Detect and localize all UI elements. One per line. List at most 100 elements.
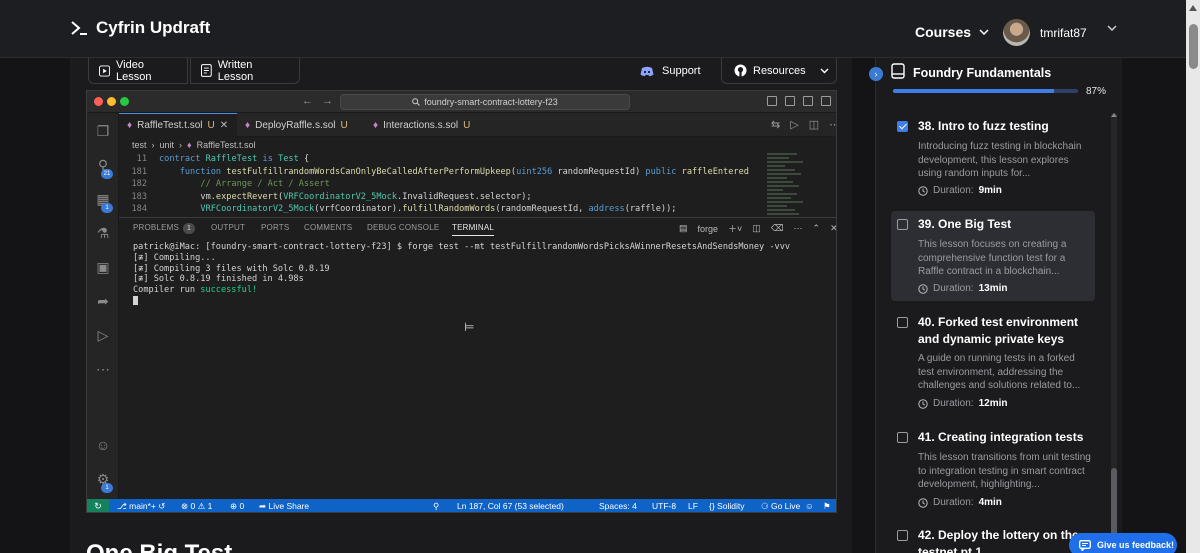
course-progress-label: 87% bbox=[1086, 86, 1107, 97]
username[interactable]: tmrifat87 bbox=[1040, 26, 1087, 40]
breadcrumb-item[interactable]: RaffleTest.t.sol bbox=[197, 140, 256, 150]
explorer-icon[interactable]: ❐ bbox=[95, 123, 111, 139]
preview-icon[interactable]: ▷ bbox=[790, 118, 798, 131]
page-scrollbar-thumb[interactable] bbox=[1189, 24, 1198, 69]
code-editor[interactable]: 11 contract RaffleTest is Test { 181 func… bbox=[119, 153, 759, 217]
top-navbar: Cyfrin Updraft Courses tmrifat87 bbox=[0, 0, 1200, 58]
collapse-sidebar-button[interactable]: › bbox=[869, 67, 883, 81]
written-lesson-button[interactable]: Written Lesson bbox=[190, 58, 300, 84]
lesson-checkbox[interactable] bbox=[897, 530, 908, 541]
untracked-badge: U bbox=[340, 119, 348, 131]
maximize-window-dot[interactable] bbox=[120, 97, 129, 106]
tab-terminal[interactable]: TERMINAL bbox=[452, 223, 495, 236]
sidebar-scrollbar[interactable] bbox=[1111, 113, 1117, 553]
account-status-icon[interactable]: ☺ bbox=[805, 501, 814, 511]
more-icon[interactable]: ⋯ bbox=[95, 361, 111, 377]
remote-icon[interactable]: ↻ bbox=[87, 499, 109, 512]
solidity-file-icon: ♦ bbox=[127, 120, 133, 131]
back-arrow-icon[interactable]: ← bbox=[302, 95, 313, 107]
toggle-secondary-sidebar-icon[interactable] bbox=[803, 96, 813, 106]
terminal-output[interactable]: patrick@iMac: [foundry-smart-contract-lo… bbox=[133, 242, 833, 308]
command-search[interactable]: foundry-smart-contract-lottery-f23 bbox=[340, 94, 630, 110]
split-editor-icon[interactable]: ◫ bbox=[809, 118, 819, 131]
go-live-label: Go Live bbox=[770, 501, 801, 511]
lesson-description: Introducing fuzz testing in blockchain d… bbox=[918, 141, 1082, 179]
sidebar-scrollbar-thumb[interactable] bbox=[1111, 468, 1117, 543]
bottom-panel: PROBLEMS 1 OUTPUT PORTS COMMENTS DEBUG CO… bbox=[119, 217, 836, 499]
duration-label: Duration: bbox=[933, 185, 974, 196]
lesson-checkbox[interactable] bbox=[897, 121, 908, 132]
video-lesson-button[interactable]: Video Lesson bbox=[88, 58, 188, 84]
go-live-status[interactable]: ⚆ Go Live bbox=[761, 501, 800, 512]
account-icon[interactable]: ☺ bbox=[95, 437, 111, 453]
terminal-name[interactable]: forge bbox=[698, 224, 719, 234]
feedback-button[interactable]: Give us feedback! bbox=[1069, 533, 1177, 553]
user-menu-chevron-icon[interactable] bbox=[1107, 25, 1117, 31]
scroll-up-arrow-icon[interactable] bbox=[1111, 113, 1117, 117]
tab-debug-console[interactable]: DEBUG CONSOLE bbox=[367, 223, 439, 232]
play-icon bbox=[99, 64, 111, 77]
ports-status[interactable]: ⊕ 0 bbox=[230, 501, 244, 512]
more-actions-icon[interactable]: ⋯ bbox=[829, 118, 836, 131]
close-icon[interactable]: ✕ bbox=[830, 223, 836, 234]
problems-status[interactable]: ⊗ 0 ⚠ 1 bbox=[181, 501, 212, 512]
test-tube-icon[interactable]: ⚗ bbox=[95, 225, 111, 241]
resources-menu[interactable]: Resources bbox=[721, 58, 837, 84]
more-actions-icon[interactable]: ⋯ bbox=[794, 223, 803, 234]
lesson-item[interactable]: 41. Creating integration tests This less… bbox=[891, 424, 1095, 516]
live-share-status[interactable]: ➦ Live Share bbox=[259, 501, 309, 512]
encoding-status[interactable]: UTF-8 bbox=[652, 501, 676, 511]
tab-problems[interactable]: PROBLEMS 1 bbox=[133, 223, 196, 234]
courses-menu[interactable]: Courses bbox=[915, 24, 989, 40]
page-scrollbar[interactable] bbox=[1186, 0, 1200, 553]
cursor-position[interactable]: Ln 187, Col 67 (53 selected) bbox=[457, 501, 564, 511]
new-terminal-icon[interactable]: ＋˅ bbox=[728, 222, 742, 235]
remote-explorer-icon[interactable]: ▣ bbox=[95, 259, 111, 275]
close-window-dot[interactable] bbox=[94, 97, 103, 106]
lesson-item[interactable]: 39. One Big Test This lesson focuses on … bbox=[891, 211, 1095, 301]
editor-tab-interactions[interactable]: ♦ Interactions.s.sol U bbox=[365, 113, 495, 137]
video-player[interactable]: ← → foundry-smart-contract-lottery-f23 ❐… bbox=[86, 90, 837, 513]
lesson-checkbox[interactable] bbox=[897, 317, 908, 328]
lesson-item[interactable]: 40. Forked test environment and dynamic … bbox=[891, 309, 1095, 419]
terminal-line: patrick@iMac: [foundry-smart-contract-lo… bbox=[133, 242, 791, 252]
trash-icon[interactable]: ⌫ bbox=[771, 223, 784, 234]
toggle-sidebar-icon[interactable] bbox=[767, 96, 777, 106]
lesson-checkbox[interactable] bbox=[897, 432, 908, 443]
brand-logo[interactable]: Cyfrin Updraft bbox=[70, 18, 210, 38]
forward-arrow-icon[interactable]: → bbox=[322, 95, 333, 107]
avatar[interactable] bbox=[1003, 19, 1030, 46]
toggle-panel-icon[interactable] bbox=[785, 96, 795, 106]
lesson-item[interactable]: 38. Intro to fuzz testing Introducing fu… bbox=[891, 113, 1095, 205]
lesson-item[interactable]: 42. Deploy the lottery on the testnet pt… bbox=[891, 522, 1095, 553]
split-terminal-icon[interactable]: ◫ bbox=[752, 223, 761, 234]
tab-ports[interactable]: PORTS bbox=[261, 223, 289, 232]
run-debug-icon[interactable]: ▷ bbox=[95, 327, 111, 343]
share-icon[interactable]: ➦ bbox=[95, 293, 111, 309]
notifications-icon[interactable]: ⚑ bbox=[823, 501, 831, 512]
editor-tab-raffletest[interactable]: ♦ RaffleTest.t.sol U ✕ bbox=[119, 113, 237, 137]
settings-badge: 1 bbox=[101, 483, 113, 493]
close-icon[interactable]: ✕ bbox=[220, 120, 228, 131]
customize-layout-icon[interactable] bbox=[821, 96, 831, 106]
compare-icon[interactable]: ⇆ bbox=[771, 118, 780, 131]
maximize-panel-icon[interactable]: ⌃ bbox=[813, 223, 821, 234]
eol-status[interactable]: LF bbox=[688, 501, 698, 511]
support-label: Support bbox=[662, 65, 701, 77]
tab-output[interactable]: OUTPUT bbox=[211, 223, 245, 232]
breadcrumb-item[interactable]: unit bbox=[160, 140, 175, 150]
support-link[interactable]: Support bbox=[640, 58, 701, 84]
course-progress-bar bbox=[893, 89, 1078, 93]
branch-status[interactable]: ⎇ main*+ ↺ bbox=[117, 501, 165, 512]
minimize-window-dot[interactable] bbox=[107, 97, 116, 106]
indent-status[interactable]: Spaces: 4 bbox=[599, 501, 637, 511]
zoom-icon[interactable]: ⚲ bbox=[433, 501, 439, 512]
tab-comments[interactable]: COMMENTS bbox=[304, 223, 352, 232]
minimap[interactable] bbox=[767, 153, 807, 217]
editor-tab-deployraffle[interactable]: ♦ DeployRaffle.s.sol U bbox=[237, 113, 365, 137]
language-status[interactable]: {} Solidity bbox=[709, 501, 744, 511]
lesson-duration: Duration: 4min bbox=[918, 497, 1002, 508]
scroll-up-arrow-icon[interactable] bbox=[1189, 5, 1197, 11]
breadcrumb-item[interactable]: test bbox=[132, 140, 147, 150]
lesson-checkbox[interactable] bbox=[897, 219, 908, 230]
